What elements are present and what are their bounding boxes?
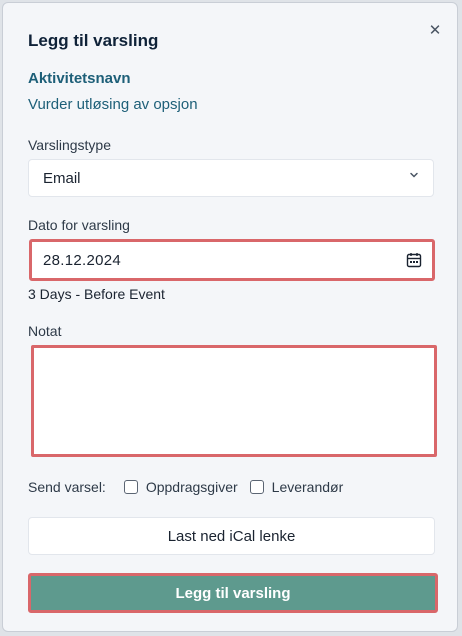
- send-label: Send varsel:: [28, 479, 106, 495]
- client-checkbox[interactable]: [123, 480, 138, 494]
- client-checkbox-label: Oppdragsgiver: [145, 479, 238, 495]
- activity-name: Aktivitetsnavn: [28, 70, 131, 87]
- supplier-checkbox-group[interactable]: Leverandør: [249, 479, 344, 495]
- add-notification-dialog: Legg til varsling ✕ Aktivitetsnavn Vurde…: [2, 2, 458, 632]
- client-checkbox-group[interactable]: Oppdragsgiver: [123, 479, 238, 495]
- notification-type-select[interactable]: Email: [28, 159, 434, 197]
- date-input[interactable]: 28.12.2024: [29, 239, 435, 281]
- date-value: 28.12.2024: [43, 252, 122, 269]
- activity-description: Vurder utløsing av opsjon: [28, 96, 198, 113]
- supplier-checkbox-label: Leverandør: [271, 479, 344, 495]
- chevron-down-icon: [409, 169, 419, 183]
- notification-type-value: Email: [43, 170, 81, 187]
- date-hint: 3 Days - Before Event: [28, 286, 165, 302]
- date-label: Dato for varsling: [28, 217, 130, 233]
- note-label: Notat: [28, 323, 62, 339]
- send-notification-row: Send varsel: Oppdragsgiver Leverandør: [28, 477, 343, 497]
- add-notification-button[interactable]: Legg til varsling: [28, 573, 438, 613]
- download-ical-button[interactable]: Last ned iCal lenke: [28, 517, 435, 555]
- supplier-checkbox[interactable]: [249, 480, 264, 494]
- notification-type-label: Varslingstype: [28, 137, 112, 153]
- note-textarea[interactable]: [31, 345, 437, 457]
- dialog-title: Legg til varsling: [28, 31, 159, 50]
- close-icon[interactable]: ✕: [427, 23, 443, 39]
- calendar-icon[interactable]: [406, 252, 422, 268]
